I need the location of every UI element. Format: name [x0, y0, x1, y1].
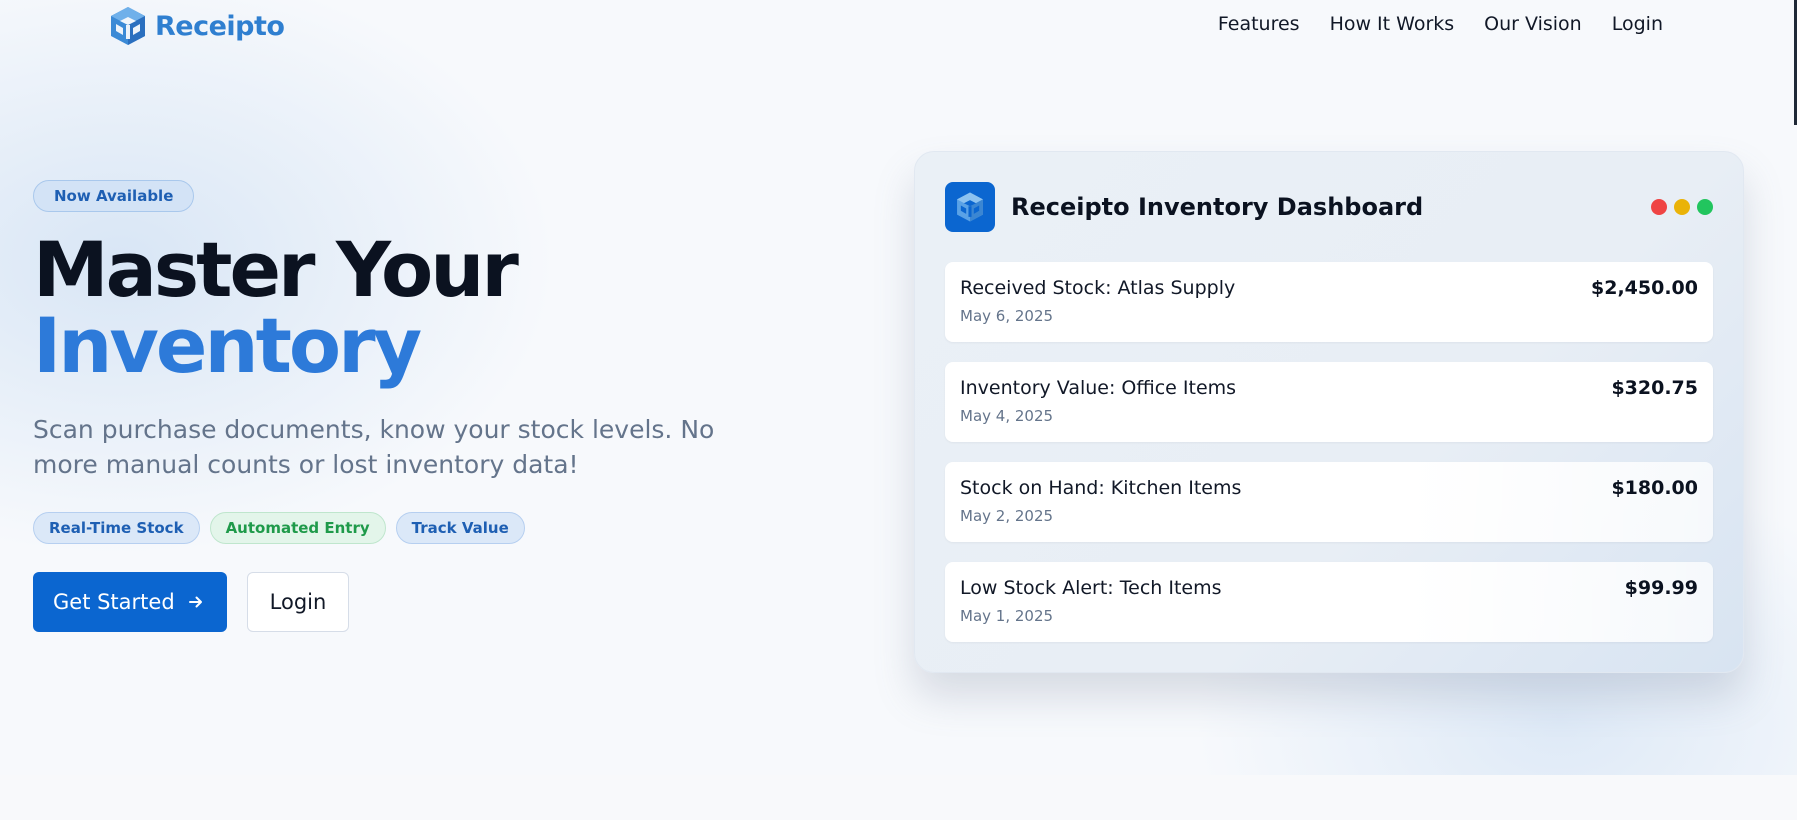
dashboard-logo [945, 182, 995, 232]
nav-our-vision[interactable]: Our Vision [1484, 13, 1582, 35]
nav-login[interactable]: Login [1612, 13, 1663, 35]
headline-line-1: Master Your [33, 225, 519, 314]
arrow-right-icon [188, 596, 202, 608]
hero-headline: Master Your Inventory [33, 232, 793, 384]
get-started-label: Get Started [53, 590, 175, 614]
row-title: Inventory Value: Office Items [960, 377, 1237, 399]
row-title: Low Stock Alert: Tech Items [960, 577, 1222, 599]
window-dot-green [1697, 199, 1713, 215]
row-date: May 6, 2025 [960, 307, 1054, 325]
inventory-dashboard-preview: Receipto Inventory Dashboard Received St… [914, 151, 1744, 673]
list-item: Stock on Hand: Kitchen Items May 2, 2025… [945, 462, 1713, 542]
top-navigation: Receipto Features How It Works Our Visio… [0, 0, 1797, 125]
row-amount: $99.99 [1624, 577, 1698, 599]
list-item: Inventory Value: Office Items May 4, 202… [945, 362, 1713, 442]
cube-logo-icon [111, 7, 145, 45]
availability-badge: Now Available [33, 180, 195, 212]
hero-subtitle: Scan purchase documents, know your stock… [33, 415, 715, 479]
row-title: Stock on Hand: Kitchen Items [960, 477, 1242, 499]
brand-logo-link[interactable]: Receipto [107, 5, 285, 47]
tag-automated-entry: Automated Entry [209, 512, 386, 544]
row-date: May 2, 2025 [960, 507, 1054, 525]
dashboard-title: Receipto Inventory Dashboard [1011, 193, 1424, 221]
hero-section: Now Available Master Your Inventory Scan… [33, 180, 793, 632]
get-started-button[interactable]: Get Started [33, 572, 227, 632]
tag-track-value: Track Value [395, 512, 525, 544]
row-title: Received Stock: Atlas Supply [960, 277, 1236, 299]
window-controls [1651, 199, 1713, 215]
hero-login-button[interactable]: Login [246, 572, 350, 632]
row-date: May 1, 2025 [960, 607, 1054, 625]
headline-line-2: Inventory [33, 301, 422, 390]
landing-page: Receipto Features How It Works Our Visio… [0, 0, 1797, 820]
row-amount: $320.75 [1611, 377, 1698, 399]
feature-tags: Real-Time Stock Automated Entry Track Va… [33, 512, 793, 544]
nav-features[interactable]: Features [1218, 13, 1300, 35]
tag-real-time-stock: Real-Time Stock [33, 512, 200, 544]
list-item: Received Stock: Atlas Supply May 6, 2025… [945, 262, 1713, 342]
dashboard-header: Receipto Inventory Dashboard [945, 182, 1713, 232]
window-dot-red [1651, 199, 1667, 215]
cube-logo-icon [957, 192, 983, 222]
main-nav: Features How It Works Our Vision Login [1218, 13, 1663, 35]
window-dot-yellow [1674, 199, 1690, 215]
cta-group: Get Started Login [33, 572, 793, 632]
row-amount: $180.00 [1611, 477, 1698, 499]
page-bottom-band [0, 775, 1797, 820]
dashboard-rows: Received Stock: Atlas Supply May 6, 2025… [945, 262, 1713, 662]
row-date: May 4, 2025 [960, 407, 1054, 425]
list-item: Low Stock Alert: Tech Items May 1, 2025 … [945, 562, 1713, 642]
brand-name: Receipto [155, 10, 285, 42]
nav-how-it-works[interactable]: How It Works [1330, 13, 1455, 35]
row-amount: $2,450.00 [1591, 277, 1698, 299]
